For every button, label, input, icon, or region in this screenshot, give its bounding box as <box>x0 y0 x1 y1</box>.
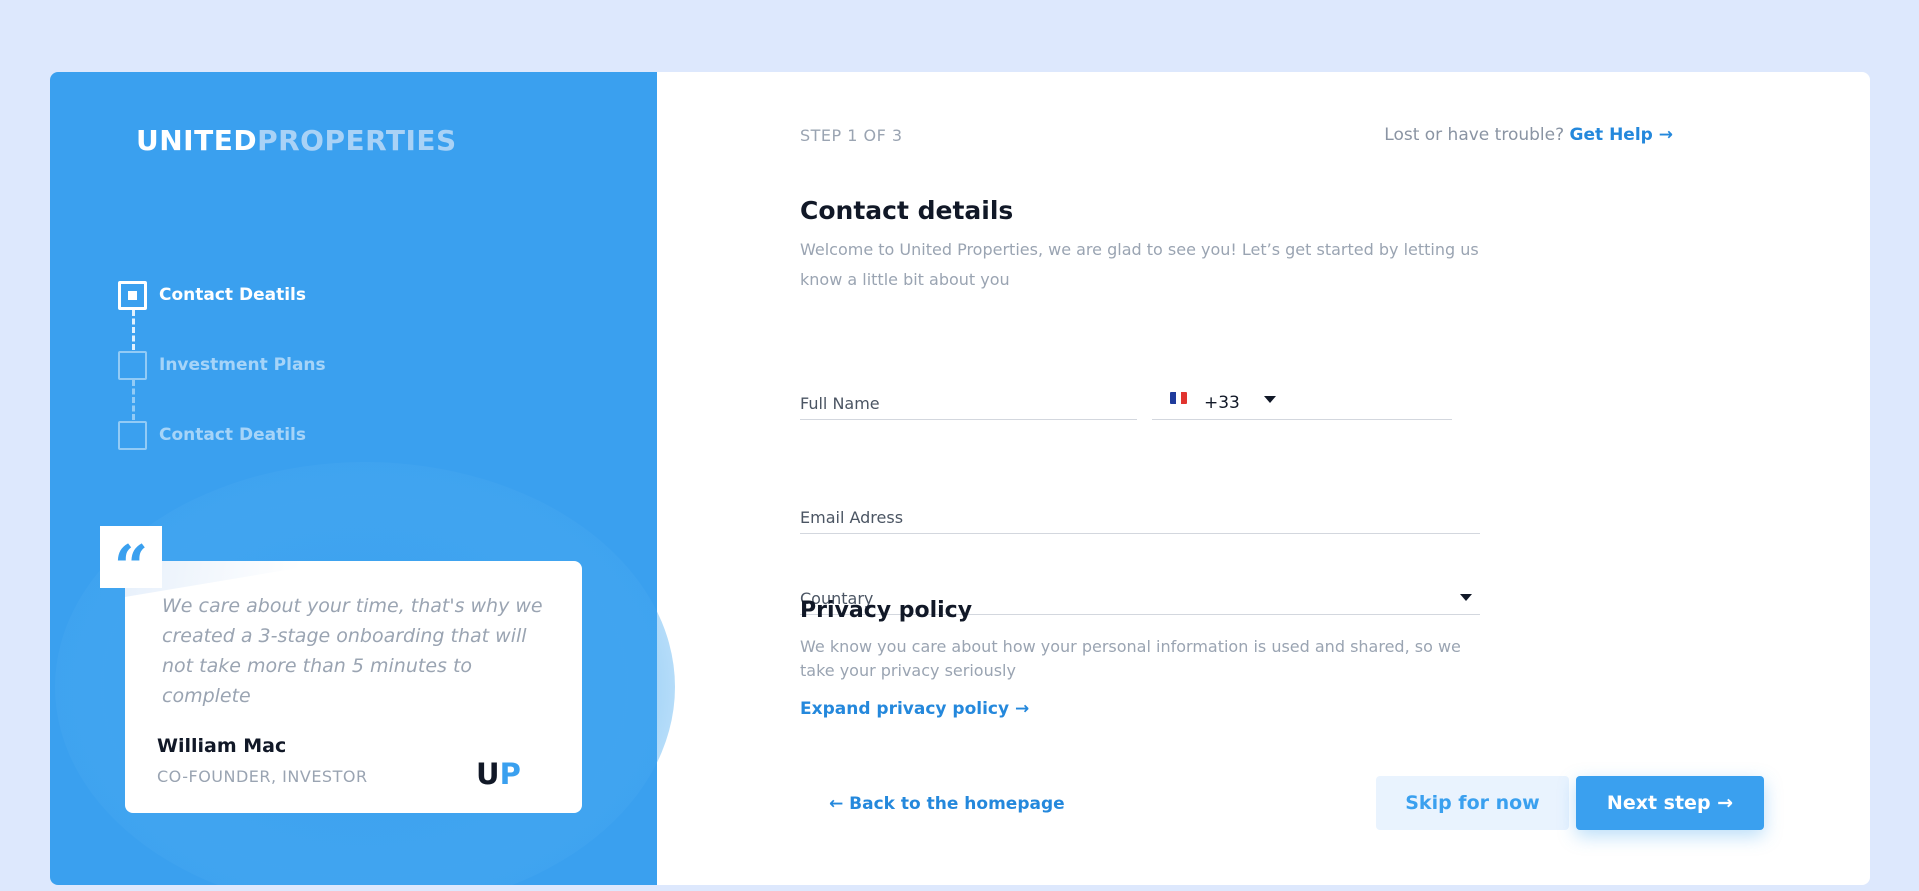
chevron-down-icon[interactable] <box>1460 594 1472 601</box>
testimonial-text: We care about your time, that's why we c… <box>162 595 543 707</box>
full-name-placeholder: Full Name <box>800 394 880 413</box>
testimonial-card: We care about your time, that's why we c… <box>125 561 582 813</box>
sidebar-panel: UNITEDPROPERTIES Contact Deatils Investm… <box>50 72 675 885</box>
back-to-homepage-link[interactable]: ← Back to the homepage <box>829 794 1065 814</box>
step-label: Contact Deatils <box>159 425 306 445</box>
help-text: Lost or have trouble? Get Help → <box>1384 125 1673 145</box>
step-item-contact-details-2[interactable]: Contact Deatils <box>118 420 418 450</box>
testimonial-author: William Mac <box>157 735 287 757</box>
step-connector <box>132 380 135 420</box>
step-counter: STEP 1 OF 3 <box>800 126 903 145</box>
skip-button[interactable]: Skip for now <box>1376 776 1569 830</box>
privacy-title: Privacy policy <box>800 598 973 623</box>
checkbox-active-icon <box>118 280 147 310</box>
form-panel: STEP 1 OF 3 Lost or have trouble? Get He… <box>657 72 1870 885</box>
page-subtitle: Welcome to United Properties, we are gla… <box>800 240 1479 289</box>
onboarding-card: UNITEDPROPERTIES Contact Deatils Investm… <box>50 72 1870 885</box>
step-label: Contact Deatils <box>159 285 306 305</box>
get-help-link[interactable]: Get Help → <box>1570 125 1673 145</box>
phone-field[interactable]: +33 <box>1152 386 1452 420</box>
next-step-button[interactable]: Next step → <box>1576 776 1764 830</box>
checkbox-icon <box>118 420 147 450</box>
email-placeholder: Email Adress <box>800 508 904 527</box>
testimonial-role: CO-FOUNDER, INVESTOR <box>157 767 368 786</box>
step-connector <box>132 310 135 350</box>
privacy-text: We know you care about how your personal… <box>800 637 1461 680</box>
testimonial-logo: UP <box>476 757 521 791</box>
quote-icon: “ <box>100 526 162 598</box>
logo-letter-p: P <box>499 757 521 791</box>
full-name-field[interactable]: Full Name <box>800 386 1137 420</box>
france-flag-icon <box>1170 392 1187 404</box>
step-item-contact-details[interactable]: Contact Deatils <box>118 280 418 310</box>
phone-code: +33 <box>1204 393 1240 413</box>
step-label: Investment Plans <box>159 355 326 375</box>
page-title: Contact details <box>800 196 1014 225</box>
email-field[interactable]: Email Adress <box>800 500 1480 534</box>
step-item-investment-plans[interactable]: Investment Plans <box>118 350 418 380</box>
logo-properties: PROPERTIES <box>257 124 457 157</box>
checkbox-icon <box>118 350 147 380</box>
logo-letter-u: U <box>476 757 500 791</box>
logo-united: UNITED <box>136 124 258 157</box>
help-label: Lost or have trouble? <box>1384 125 1565 145</box>
expand-privacy-link[interactable]: Expand privacy policy → <box>800 699 1029 719</box>
logo: UNITEDPROPERTIES <box>136 124 457 157</box>
chevron-down-icon[interactable] <box>1264 396 1276 403</box>
